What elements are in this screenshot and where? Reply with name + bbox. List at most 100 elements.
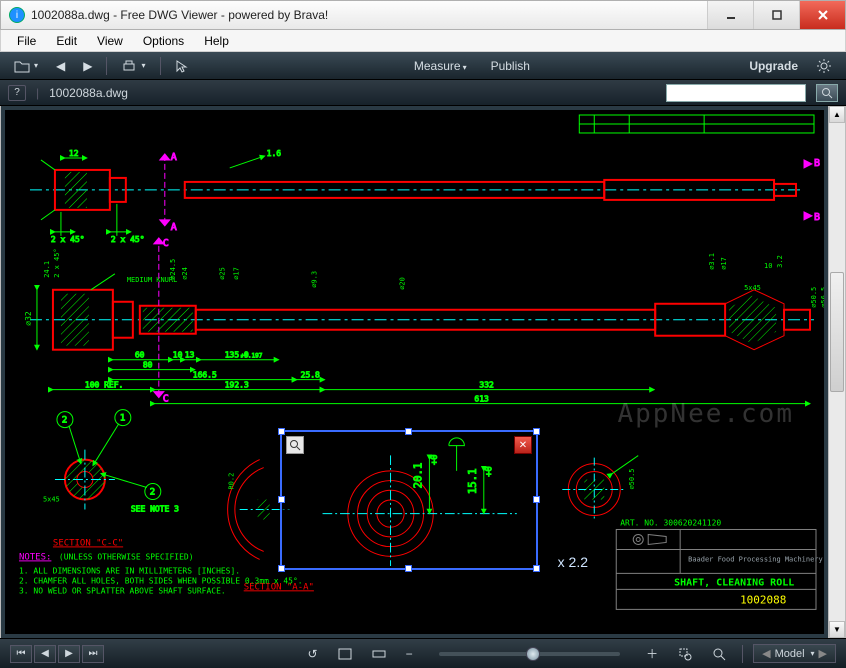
scroll-thumb[interactable] (830, 272, 844, 392)
svg-text:∅24: ∅24 (181, 267, 189, 280)
fit-width-button[interactable] (366, 646, 392, 662)
svg-text:332: 332 (479, 381, 494, 390)
svg-text:20.1: 20.1 (412, 463, 425, 489)
svg-text:1. ALL DIMENSIONS ARE IN MILL: 1. ALL DIMENSIONS ARE IN MILLIMETERS [IN… (19, 566, 240, 575)
menu-help[interactable]: Help (196, 32, 237, 50)
resize-handle[interactable] (405, 428, 412, 435)
svg-text:∅50.5: ∅50.5 (810, 287, 818, 308)
next-page-button[interactable]: ▶ (58, 645, 80, 663)
menu-view[interactable]: View (89, 32, 131, 50)
magnifier-content: 20.1 +0 15.1 +0 (282, 432, 536, 568)
resize-handle[interactable] (278, 496, 285, 503)
resize-handle[interactable] (533, 565, 540, 572)
search-button[interactable] (816, 84, 838, 102)
svg-text:SHAFT, CLEANING ROLL: SHAFT, CLEANING ROLL (674, 577, 794, 588)
maximize-button[interactable] (753, 1, 799, 29)
layout-dropdown[interactable]: ◀ Model ▾ ▶ (753, 644, 836, 663)
svg-text:∅25: ∅25 (219, 267, 227, 280)
zoom-slider[interactable] (427, 652, 633, 656)
upgrade-button[interactable]: Upgrade (749, 59, 798, 73)
fit-page-button[interactable] (332, 646, 358, 662)
svg-text:∅32: ∅32 (24, 311, 33, 326)
pointer-tool-button[interactable] (169, 57, 195, 75)
svg-text:B: B (814, 158, 820, 169)
resize-handle[interactable] (278, 428, 285, 435)
status-bar: ⏮ ◀ ▶ ⏭ ↺ − ＋ ◀ Model ▾ ▶ (0, 638, 846, 668)
print-button[interactable]: ▾ (115, 57, 151, 75)
svg-text:+0.197: +0.197 (241, 353, 263, 360)
nav-back-button[interactable]: ◀ (50, 57, 71, 75)
first-page-button[interactable]: ⏮ (10, 645, 32, 663)
window-title: 1002088a.dwg - Free DWG Viewer - powered… (31, 8, 707, 22)
magnifier-close-button[interactable]: ✕ (514, 436, 532, 454)
rotate-ccw-button[interactable]: ↺ (302, 645, 324, 663)
svg-text:13: 13 (185, 351, 195, 360)
publish-button[interactable]: Publish (491, 59, 530, 73)
svg-text:25.8: 25.8 (301, 371, 320, 380)
svg-text:B: B (814, 212, 820, 223)
menu-edit[interactable]: Edit (48, 32, 85, 50)
vertical-scrollbar[interactable]: ▲ ▼ (828, 106, 845, 638)
svg-text:2. CHAMFER ALL HOLES, BOTH SI: 2. CHAMFER ALL HOLES, BOTH SIDES WHEN PO… (19, 576, 303, 585)
svg-text:5x45: 5x45 (744, 284, 761, 292)
magnifier-panel[interactable]: ✕ 20.1 +0 15.1 +0 (280, 430, 538, 570)
magnifier-zoom-label: x 2.2 (558, 554, 588, 570)
zoom-region-button[interactable] (672, 645, 698, 663)
svg-text:2 x 45°: 2 x 45° (111, 235, 145, 244)
drawing-canvas[interactable]: A A B B 12 1.6 (1, 106, 828, 638)
svg-text:80: 80 (143, 361, 153, 370)
zoom-in-button[interactable]: ＋ (640, 643, 664, 664)
zoom-out-button[interactable]: − (400, 645, 419, 663)
resize-handle[interactable] (533, 428, 540, 435)
svg-text:1.6: 1.6 (267, 149, 282, 158)
svg-text:2: 2 (150, 488, 155, 498)
minimize-button[interactable] (707, 1, 753, 29)
menu-file[interactable]: File (9, 32, 44, 50)
svg-text:+0: +0 (485, 466, 495, 477)
tab-help-icon[interactable]: ? (8, 85, 26, 101)
main-toolbar: ▾ ◀ ▶ ▾ Measure▾ Publish Upgrade (0, 52, 846, 80)
nav-forward-button[interactable]: ▶ (77, 57, 98, 75)
svg-text:NOTES:: NOTES: (19, 552, 51, 562)
zoom-slider-thumb[interactable] (526, 647, 540, 661)
svg-text:∅20: ∅20 (399, 277, 407, 290)
svg-text:3. NO WELD OR SPLATTER ABOVE: 3. NO WELD OR SPLATTER ABOVE SHAFT SURFA… (19, 586, 226, 595)
scroll-up-button[interactable]: ▲ (829, 106, 845, 123)
svg-text:ART. NO. 300620241120: ART. NO. 300620241120 (620, 518, 721, 527)
svg-text:∅17: ∅17 (233, 267, 241, 280)
measure-menu[interactable]: Measure▾ (414, 59, 467, 73)
resize-handle[interactable] (533, 496, 540, 503)
svg-text:∅3.1: ∅3.1 (708, 253, 716, 270)
open-button[interactable]: ▾ (8, 57, 44, 75)
svg-text:192.3: 192.3 (225, 381, 249, 390)
svg-text:60: 60 (135, 351, 145, 360)
magnifier-icon[interactable] (286, 436, 304, 454)
svg-text:2 x 45°: 2 x 45° (51, 235, 85, 244)
scroll-down-button[interactable]: ▼ (829, 621, 845, 638)
layout-label: Model (775, 648, 805, 660)
search-input[interactable] (666, 84, 806, 102)
svg-text:10: 10 (173, 351, 183, 360)
svg-text:166.5: 166.5 (193, 371, 217, 380)
resize-handle[interactable] (405, 565, 412, 572)
menu-options[interactable]: Options (135, 32, 192, 50)
resize-handle[interactable] (278, 565, 285, 572)
window-titlebar: i 1002088a.dwg - Free DWG Viewer - power… (0, 0, 846, 30)
watermark: AppNee.com (617, 399, 794, 429)
svg-text:1: 1 (120, 414, 125, 424)
svg-text:15.1: 15.1 (466, 468, 479, 494)
svg-text:MEDIUM KNURL: MEDIUM KNURL (127, 276, 177, 284)
svg-text:2 x 45°: 2 x 45° (53, 248, 61, 277)
document-tab-bar: ? | 1002088a.dwg (0, 80, 846, 106)
svg-text:10: 10 (764, 262, 772, 270)
settings-button[interactable] (810, 56, 838, 76)
svg-text:∅17: ∅17 (720, 257, 728, 270)
close-button[interactable] (799, 1, 845, 29)
svg-text:(UNLESS OTHERWISE SPECIFIED): (UNLESS OTHERWISE SPECIFIED) (59, 552, 194, 561)
magnifier-toggle-button[interactable] (706, 645, 732, 663)
scroll-track[interactable] (829, 123, 845, 621)
app-icon: i (9, 7, 25, 23)
last-page-button[interactable]: ⏭ (82, 645, 104, 663)
document-tab[interactable]: 1002088a.dwg (49, 86, 128, 100)
prev-page-button[interactable]: ◀ (34, 645, 56, 663)
